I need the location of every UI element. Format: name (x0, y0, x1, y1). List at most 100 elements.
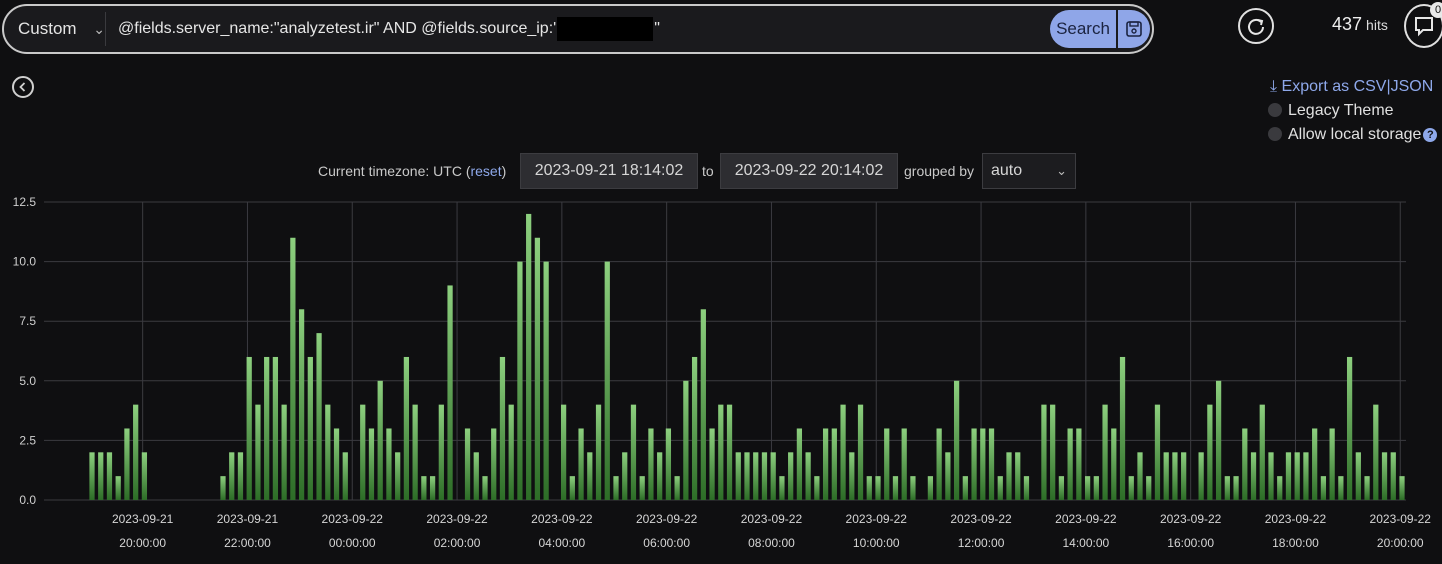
histogram-bar (482, 476, 488, 500)
x-tick-time: 18:00:00 (1272, 536, 1319, 550)
y-tick-label: 12.5 (13, 195, 37, 209)
local-storage-toggle[interactable]: Allow local storage? (1268, 126, 1438, 144)
histogram-bar (822, 428, 829, 500)
histogram-bar (1128, 476, 1134, 500)
histogram-bar (630, 404, 637, 500)
x-tick-date: 2023-09-22 (531, 512, 593, 526)
grouping-select[interactable]: auto ⌄ (982, 153, 1076, 189)
chevron-down-icon: ⌄ (93, 21, 105, 37)
histogram-bar (927, 476, 934, 500)
histogram-bar (429, 476, 436, 500)
histogram-bar (360, 404, 366, 500)
histogram-bar (342, 452, 348, 500)
search-input[interactable]: @fields.server_name:"analyzetest.ir" AND… (118, 12, 660, 46)
histogram-bar (604, 261, 610, 500)
x-tick-time: 20:00:00 (1377, 536, 1424, 550)
histogram-bar (1198, 452, 1204, 500)
histogram-bar (517, 261, 523, 500)
histogram-bar (141, 452, 148, 500)
timezone-close-paren: ) (501, 163, 507, 179)
histogram-bar (473, 452, 479, 500)
x-tick-date: 2023-09-22 (741, 512, 803, 526)
histogram-bar (438, 404, 444, 500)
histogram-bar (718, 404, 724, 500)
histogram-bar (377, 380, 383, 500)
refresh-icon (1248, 18, 1264, 35)
histogram-bar (962, 476, 968, 500)
histogram-bar (491, 428, 497, 500)
hits-label: hits (1366, 17, 1388, 33)
redacted-block (557, 16, 654, 41)
x-tick-time: 22:00:00 (224, 536, 271, 550)
x-tick-time: 00:00:00 (329, 536, 376, 550)
histogram-bar (1163, 452, 1169, 500)
histogram-bar (691, 356, 698, 500)
to-label: to (702, 163, 714, 179)
grouping-value: auto (991, 162, 1023, 179)
chevron-down-icon: ⌄ (1056, 163, 1067, 178)
collapse-sidebar-button[interactable] (12, 76, 34, 98)
radio-icon (1268, 103, 1282, 117)
histogram-bar (560, 404, 567, 500)
histogram-bar (753, 452, 759, 500)
histogram-bar (866, 476, 872, 500)
refresh-button[interactable] (1238, 8, 1274, 44)
histogram-bar (98, 452, 104, 500)
y-tick-label: 2.5 (19, 433, 36, 447)
histogram-bar (1093, 476, 1099, 500)
legacy-theme-toggle[interactable]: Legacy Theme (1268, 102, 1394, 120)
histogram-bar (744, 452, 750, 500)
histogram-bar (246, 356, 252, 500)
histogram-bar (665, 428, 672, 500)
to-date-input[interactable]: 2023-09-22 20:14:02 (720, 153, 898, 189)
query-mode-dropdown[interactable]: Custom ⌄ (12, 12, 106, 46)
histogram-bar (1277, 476, 1283, 500)
histogram-bar (298, 309, 305, 500)
x-tick-time: 20:00:00 (119, 536, 166, 550)
x-tick-date: 2023-09-22 (636, 512, 698, 526)
histogram-bar (1294, 452, 1300, 500)
histogram-bar (595, 404, 602, 500)
save-query-button[interactable] (1118, 10, 1150, 48)
histogram-bar (333, 428, 340, 500)
histogram-bar (220, 476, 226, 500)
histogram-bar (569, 476, 575, 500)
histogram-bar (264, 356, 270, 500)
histogram-bar (735, 452, 741, 500)
timezone-reset-link[interactable]: reset (470, 163, 501, 179)
histogram-bar (89, 452, 95, 500)
timezone-text: Current timezone: UTC ( (318, 163, 471, 179)
histogram-bar (1259, 404, 1265, 500)
histogram-bar (1373, 404, 1379, 500)
x-tick-date: 2023-09-22 (1055, 512, 1117, 526)
export-link[interactable]: ⤓ Export as CSV|JSON (1270, 78, 1433, 96)
y-tick-label: 5.0 (19, 374, 36, 388)
histogram-bar (421, 476, 427, 500)
histogram-bar (1023, 476, 1030, 500)
x-tick-date: 2023-09-22 (846, 512, 908, 526)
histogram-bar (115, 476, 121, 500)
histogram-bar (368, 428, 375, 500)
histogram-bar (674, 476, 680, 500)
search-button[interactable]: Search (1050, 10, 1116, 48)
histogram-bar (945, 452, 951, 500)
histogram-bar (1215, 380, 1222, 500)
histogram-bar (761, 452, 768, 500)
help-icon[interactable]: ? (1423, 128, 1438, 142)
histogram-bar (657, 452, 663, 500)
histogram-bar (726, 404, 733, 500)
histogram-bar (770, 452, 776, 500)
histogram-bar (639, 476, 645, 500)
from-date-input[interactable]: 2023-09-21 18:14:02 (520, 153, 698, 189)
histogram-bar (1172, 452, 1178, 500)
legacy-theme-label: Legacy Theme (1288, 102, 1394, 119)
floppy-disk-icon (1126, 21, 1142, 37)
histogram-bar (272, 356, 279, 500)
x-tick-date: 2023-09-22 (1160, 512, 1222, 526)
histogram-bar (1399, 476, 1405, 500)
histogram-bar (1381, 452, 1388, 500)
histogram-bar (988, 428, 995, 500)
histogram-bar (875, 476, 881, 500)
histogram-bar (1181, 452, 1187, 500)
histogram-chart: 0.0 2.5 5.0 7.5 10.0 12.5 2023-09-21 20:00:00 2… (13, 195, 1432, 550)
